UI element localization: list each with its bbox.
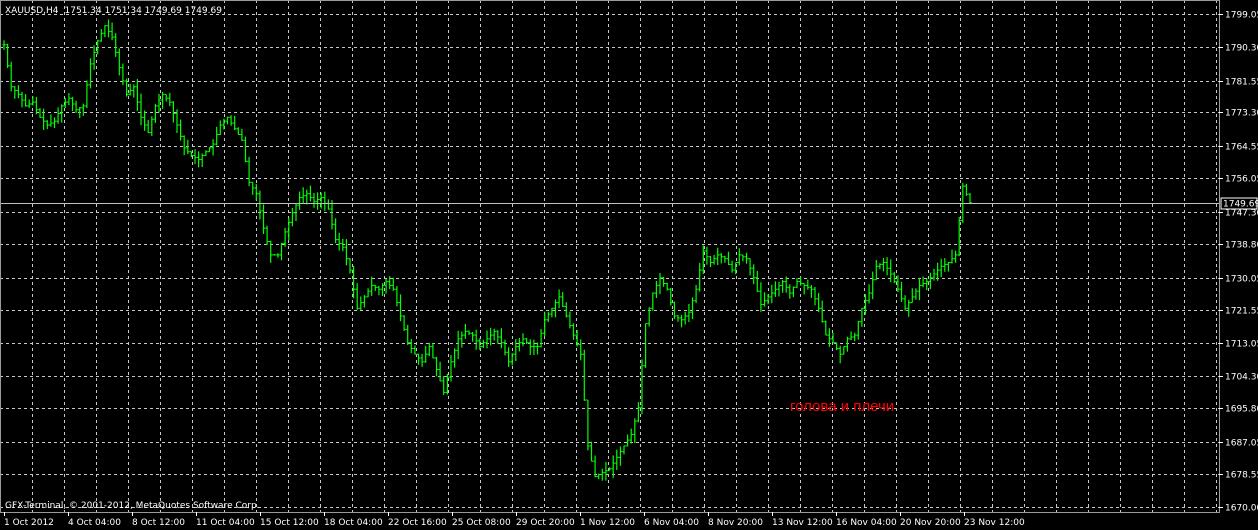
y-tick-label: 1687.05 <box>1225 439 1258 449</box>
x-tick-label: 4 Oct 04:00 <box>68 518 121 528</box>
x-tick-label: 25 Oct 08:00 <box>452 518 511 528</box>
current-price-label: 1749.69 <box>1223 200 1258 210</box>
x-tick-label: 8 Oct 12:00 <box>132 518 185 528</box>
pattern-annotation: голова и плечи <box>790 398 894 415</box>
x-tick-label: 16 Nov 04:00 <box>836 518 897 528</box>
x-tick-label: 29 Oct 20:00 <box>516 518 575 528</box>
copyright-text: GFX-Terminal, © 2001-2012, MetaQuotes So… <box>5 501 260 511</box>
y-tick-label: 1773.30 <box>1225 109 1258 119</box>
current-price-marker: 1749.69 <box>1220 197 1258 210</box>
y-tick-label: 1695.80 <box>1225 405 1258 415</box>
y-tick-label: 1704.30 <box>1225 373 1258 383</box>
price-chart[interactable]: 1799.05 1790.30 1781.55 1773.30 1764.55 1756.… <box>0 0 1258 530</box>
y-tick-label: 1678.55 <box>1225 471 1258 481</box>
x-tick-label: 23 Nov 12:00 <box>964 518 1025 528</box>
y-tick-label: 1721.55 <box>1225 307 1258 317</box>
y-tick-label: 1799.05 <box>1225 11 1258 21</box>
y-tick-label: 1747.30 <box>1225 209 1258 219</box>
x-tick-label: 1 Oct 2012 <box>4 518 54 528</box>
chart-background <box>0 0 1258 530</box>
x-tick-label: 13 Nov 12:00 <box>772 518 833 528</box>
x-tick-label: 15 Oct 12:00 <box>260 518 319 528</box>
x-tick-label: 8 Nov 20:00 <box>708 518 763 528</box>
x-tick-label: 20 Nov 20:00 <box>900 518 961 528</box>
y-tick-label: 1756.05 <box>1225 175 1258 185</box>
y-tick-label: 1730.05 <box>1225 275 1258 285</box>
x-tick-label: 6 Nov 04:00 <box>644 518 699 528</box>
y-tick-label: 1781.55 <box>1225 78 1258 88</box>
x-tick-label: 11 Oct 04:00 <box>196 518 255 528</box>
y-tick-label: 1713.05 <box>1225 340 1258 350</box>
y-tick-label: 1738.80 <box>1225 241 1258 251</box>
x-tick-label: 22 Oct 16:00 <box>388 518 447 528</box>
symbol-title: XAUUSD,H4 1751.34 1751.34 1749.69 1749.69 <box>5 6 222 16</box>
y-tick-label: 1790.30 <box>1225 44 1258 54</box>
y-tick-label: 1764.55 <box>1225 143 1258 153</box>
x-tick-label: 1 Nov 12:00 <box>580 518 635 528</box>
x-tick-label: 18 Oct 04:00 <box>324 518 383 528</box>
y-tick-label: 1670.00 <box>1225 504 1258 514</box>
